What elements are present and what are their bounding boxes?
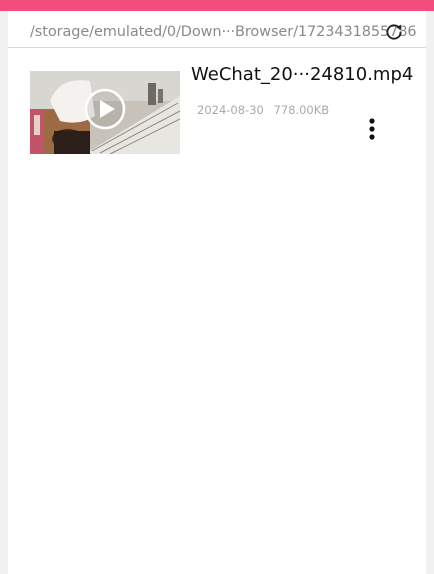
list-item[interactable]: WeChat_20···24810.mp4 2024-08-30 778.00K… (8, 59, 426, 169)
file-meta: 2024-08-30 778.00KB (197, 103, 329, 117)
current-path: /storage/emulated/0/Down···Browser/17234… (30, 24, 417, 40)
refresh-icon[interactable] (384, 22, 404, 42)
more-vertical-icon[interactable] (364, 117, 380, 143)
play-icon[interactable] (84, 88, 126, 130)
app-frame: /storage/emulated/0/Down···Browser/17234… (0, 0, 434, 574)
file-date: 2024-08-30 (197, 103, 264, 117)
file-browser-panel: /storage/emulated/0/Down···Browser/17234… (8, 11, 426, 574)
file-name: WeChat_20···24810.mp4 (191, 64, 414, 85)
top-accent-bar (0, 0, 434, 11)
file-size: 778.00KB (273, 103, 330, 117)
path-bar: /storage/emulated/0/Down···Browser/17234… (8, 11, 426, 48)
video-thumbnail[interactable] (30, 71, 180, 154)
